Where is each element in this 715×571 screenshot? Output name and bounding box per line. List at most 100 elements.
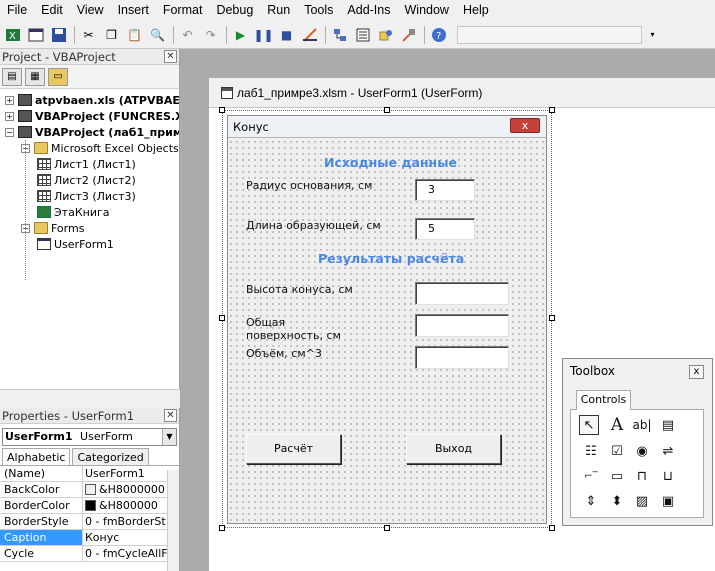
radius-input[interactable]: 3 bbox=[415, 179, 475, 201]
break-icon[interactable]: ❚❚ bbox=[253, 24, 274, 45]
label-volume[interactable]: Объём, см^3 bbox=[246, 347, 396, 360]
property-value[interactable]: Конус bbox=[83, 530, 167, 545]
view-code-icon[interactable]: ▤ bbox=[2, 67, 22, 86]
optionbutton-icon[interactable]: ◉ bbox=[632, 441, 652, 461]
menu-debug[interactable]: Debug bbox=[209, 0, 260, 21]
property-row[interactable]: Caption Конус bbox=[0, 530, 167, 546]
tab-controls[interactable]: Controls bbox=[576, 390, 631, 410]
menu-addins[interactable]: Add-Ins bbox=[340, 0, 397, 21]
resize-handle[interactable] bbox=[549, 525, 555, 531]
resize-handle[interactable] bbox=[219, 315, 225, 321]
property-row[interactable]: (Name) UserForm1 bbox=[0, 466, 167, 482]
calculate-button[interactable]: Расчёт bbox=[246, 434, 341, 464]
multipage-icon[interactable]: ⊔ bbox=[658, 466, 678, 486]
resize-handle[interactable] bbox=[384, 107, 390, 113]
tree-item[interactable]: UserForm1 bbox=[37, 236, 114, 252]
redo-icon[interactable]: ↷ bbox=[200, 24, 221, 45]
view-object-icon[interactable]: ▦ bbox=[25, 67, 45, 86]
property-value[interactable]: &H8000000 bbox=[83, 482, 167, 497]
help-icon[interactable]: ? bbox=[428, 24, 449, 45]
chevron-down-icon[interactable]: ▼ bbox=[162, 429, 176, 445]
property-row[interactable]: Cycle 0 - fmCycleAllF bbox=[0, 546, 167, 562]
property-row[interactable]: BackColor &H8000000 bbox=[0, 482, 167, 498]
tree-item[interactable]: Лист1 (Лист1) bbox=[37, 156, 136, 172]
tab-alphabetic[interactable]: Alphabetic bbox=[2, 448, 71, 465]
property-value[interactable]: 0 - fmBorderSt bbox=[83, 514, 167, 529]
object-browser-icon[interactable] bbox=[375, 24, 396, 45]
menu-insert[interactable]: Insert bbox=[111, 0, 156, 21]
tree-item[interactable]: + VBAProject (FUNCRES.XL bbox=[5, 108, 179, 124]
close-icon[interactable]: ✕ bbox=[164, 409, 177, 422]
height-output[interactable] bbox=[415, 282, 509, 305]
spinbutton-icon[interactable]: ⬍ bbox=[607, 491, 627, 511]
property-value[interactable]: 0 - fmCycleAllF bbox=[83, 546, 167, 561]
tab-categorized[interactable]: Categorized bbox=[72, 448, 149, 465]
property-row[interactable]: BorderColor &H800000 bbox=[0, 498, 167, 514]
resize-handle[interactable] bbox=[219, 525, 225, 531]
project-explorer-icon[interactable] bbox=[329, 24, 350, 45]
project-tree-scrollbar[interactable] bbox=[0, 389, 180, 405]
label-radius[interactable]: Радиус основания, см bbox=[246, 179, 396, 192]
tree-item[interactable]: Лист3 (Лист3) bbox=[37, 188, 136, 204]
select-objects-icon[interactable]: ↖ bbox=[579, 415, 599, 435]
excel-icon[interactable]: X bbox=[2, 24, 23, 45]
tree-item[interactable]: − VBAProject (лаб1_пример bbox=[5, 124, 179, 140]
exit-button[interactable]: Выход bbox=[406, 434, 501, 464]
resize-handle[interactable] bbox=[384, 525, 390, 531]
cut-icon[interactable]: ✂ bbox=[78, 24, 99, 45]
run-icon[interactable]: ▶ bbox=[230, 24, 251, 45]
frame-icon[interactable]: ⌐‾ bbox=[581, 466, 601, 486]
menu-window[interactable]: Window bbox=[398, 0, 456, 21]
reset-icon[interactable]: ■ bbox=[276, 24, 297, 45]
paste-icon[interactable]: 📋 bbox=[124, 24, 145, 45]
toolbox-close-button[interactable]: x bbox=[689, 365, 704, 379]
menu-run[interactable]: Run bbox=[260, 0, 297, 21]
menu-format[interactable]: Format bbox=[156, 0, 210, 21]
resize-handle[interactable] bbox=[549, 315, 555, 321]
toolbox-icon[interactable] bbox=[398, 24, 419, 45]
generatrix-input[interactable]: 5 bbox=[415, 218, 475, 240]
properties-icon[interactable] bbox=[352, 24, 373, 45]
userform-close-button[interactable]: x bbox=[510, 118, 540, 133]
surface-output[interactable] bbox=[415, 314, 509, 337]
tree-item[interactable]: − Microsoft Excel Objects bbox=[21, 140, 179, 156]
listbox-icon[interactable]: ☷ bbox=[581, 441, 601, 461]
toolbar-options-icon[interactable]: ▾ bbox=[642, 24, 663, 45]
property-value[interactable]: &H800000 bbox=[83, 498, 167, 513]
tree-item[interactable]: − Forms bbox=[21, 220, 84, 236]
togglebutton-icon[interactable]: ⇌ bbox=[658, 441, 678, 461]
menu-tools[interactable]: Tools bbox=[297, 0, 340, 21]
undo-icon[interactable]: ↶ bbox=[177, 24, 198, 45]
image-icon[interactable]: ▨ bbox=[632, 491, 652, 511]
checkbox-icon[interactable]: ☑ bbox=[607, 441, 627, 461]
tree-item[interactable]: + atpvbaen.xls (ATPVBAEN bbox=[5, 92, 179, 108]
toggle-folders-icon[interactable]: ▭ bbox=[48, 67, 68, 86]
properties-scrollbar[interactable] bbox=[167, 470, 179, 571]
menu-file[interactable]: File bbox=[0, 0, 34, 21]
property-row[interactable]: BorderStyle 0 - fmBorderSt bbox=[0, 514, 167, 530]
heading-input-data[interactable]: Исходные данные bbox=[324, 155, 457, 170]
resize-handle[interactable] bbox=[549, 107, 555, 113]
heading-results[interactable]: Результаты расчёта bbox=[318, 251, 464, 266]
close-icon[interactable]: ✕ bbox=[164, 50, 177, 63]
resize-handle[interactable] bbox=[219, 107, 225, 113]
tree-item[interactable]: Лист2 (Лист2) bbox=[37, 172, 136, 188]
commandbutton-icon[interactable]: ▭ bbox=[607, 466, 627, 486]
expand-icon[interactable]: + bbox=[5, 111, 14, 121]
expand-icon[interactable]: + bbox=[5, 95, 14, 105]
scrollbar-icon[interactable]: ⇕ bbox=[581, 491, 601, 511]
object-selector[interactable]: UserForm1 UserForm ▼ bbox=[2, 428, 177, 446]
property-value[interactable]: UserForm1 bbox=[83, 466, 167, 481]
userform-body[interactable]: Исходные данные Радиус основания, см 3 Д… bbox=[228, 139, 546, 523]
menu-help[interactable]: Help bbox=[456, 0, 496, 21]
collapse-icon[interactable]: − bbox=[5, 127, 14, 137]
label-icon[interactable]: A bbox=[607, 415, 627, 435]
label-generatrix[interactable]: Длина образующей, см bbox=[246, 219, 406, 232]
textbox-icon[interactable]: ab| bbox=[632, 415, 652, 435]
label-surface[interactable]: Общая поверхность, см bbox=[246, 316, 341, 342]
volume-output[interactable] bbox=[415, 346, 509, 369]
combobox-icon[interactable]: ▤ bbox=[658, 415, 678, 435]
design-mode-icon[interactable] bbox=[299, 24, 320, 45]
refedit-icon[interactable]: ▣ bbox=[658, 491, 678, 511]
menu-view[interactable]: View bbox=[70, 0, 111, 21]
